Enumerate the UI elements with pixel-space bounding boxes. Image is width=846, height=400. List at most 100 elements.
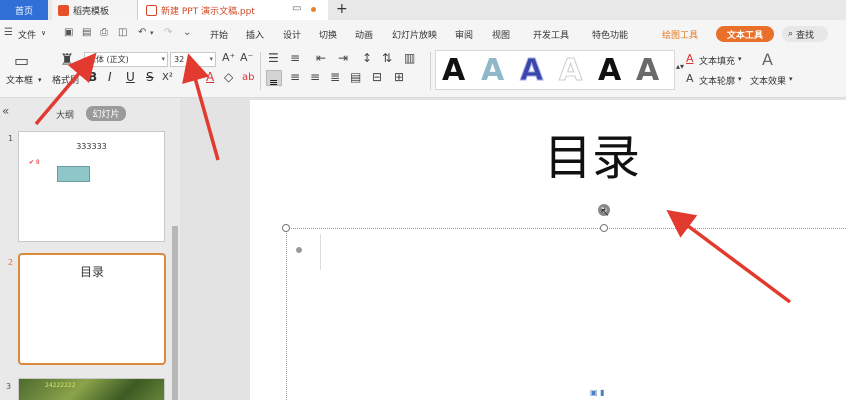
undo-icon[interactable]: ↶ [138,27,146,38]
hamburger-icon[interactable]: ☰ [4,27,13,38]
text-fill-icon[interactable]: A [686,52,694,65]
wordart-style-6[interactable]: A [636,54,659,88]
columns-icon[interactable]: ▥ [404,51,415,65]
redo-icon[interactable]: ↷ [164,27,172,38]
ppt-file-icon [146,4,157,16]
text-effect-icon[interactable]: A [762,50,773,69]
textbox-dropdown-icon[interactable]: ▾ [38,76,42,84]
menu-developer[interactable]: 开发工具 [533,28,569,41]
text-fill-dropdown-icon[interactable]: ▾ [738,55,742,63]
numbering-icon[interactable]: ≡ [290,51,300,65]
wordart-style-2[interactable]: A [481,54,504,88]
tab-template[interactable]: 稻壳模板 [52,0,138,20]
bold-button[interactable]: B [88,70,97,84]
align-left-button[interactable]: ≡ [266,70,282,89]
superscript-button[interactable]: X² [162,72,173,83]
justify-icon[interactable]: ≣ [330,70,340,84]
textbox-label[interactable]: 文本框 [6,73,33,86]
align-right-icon[interactable]: ≡ [310,70,320,84]
subscript-button[interactable]: X₂ [186,72,197,83]
print-preview-icon[interactable]: ▤ [82,27,91,38]
wordart-style-3[interactable]: A [519,53,543,88]
align-center-icon[interactable]: ≡ [290,70,300,84]
wordart-style-gallery[interactable]: A A A A A A [435,50,675,90]
thumbnail-title: 目录 [79,265,104,279]
menu-file[interactable]: 文件 [18,28,36,41]
text-outline-label[interactable]: 文本轮廓 [699,74,735,87]
wordart-style-4[interactable]: A [558,53,582,88]
strikethrough-button[interactable]: S [146,70,154,84]
menu-start[interactable]: 开始 [210,28,228,41]
file-chevron-icon[interactable]: ∨ [41,29,46,37]
collapse-panel-icon[interactable]: « [2,104,9,118]
menu-review[interactable]: 审阅 [455,28,473,41]
highlight-icon[interactable]: ab [242,72,254,83]
undo-dropdown-icon[interactable]: ▾ [150,29,154,37]
menu-animation[interactable]: 动画 [355,28,373,41]
thumbnail-shape [57,166,90,182]
menu-insert[interactable]: 插入 [246,28,264,41]
resize-handle[interactable] [600,224,608,232]
font-size-select[interactable]: 32 ▾ [170,52,216,67]
wordart-style-5[interactable]: A [598,54,621,88]
text-outline-icon[interactable]: A [686,72,694,85]
slides-view-tab[interactable]: 幻灯片 [86,106,126,121]
resize-handle[interactable] [282,224,290,232]
search-icon: ⌕ [788,29,794,39]
panel-scrollbar[interactable] [172,226,178,400]
decrease-font-icon[interactable]: A⁻ [240,51,253,64]
print-icon[interactable]: ⎙ [100,27,108,38]
format-brush-icon[interactable]: ♜ [60,50,74,69]
font-color-icon[interactable]: A [206,70,214,84]
italic-button[interactable]: I [108,70,112,84]
text-fill-label[interactable]: 文本填充 [699,54,735,67]
distribute-icon[interactable]: ▤ [350,70,361,84]
menu-slideshow[interactable]: 幻灯片放映 [392,28,437,41]
ribbon-divider [430,52,431,90]
slide-thumbnail-3[interactable]: 24222222 [18,378,165,400]
wordart-style-1[interactable]: A [442,54,465,88]
slide-thumbnail-2[interactable]: 目录 [18,253,166,365]
increase-font-icon[interactable]: A⁺ [222,51,235,64]
menu-draw-tools[interactable]: 绘图工具 [662,28,698,41]
menu-design[interactable]: 设计 [283,28,301,41]
insert-media-icon[interactable]: ▣ ▮ [590,388,605,397]
font-size-value: 32 [174,55,185,64]
slide-number: 2 [8,258,14,267]
monitor-icon[interactable]: ▭ [292,3,301,14]
bullet-icon [296,247,302,253]
line-spacing-icon[interactable]: ↕ [362,51,372,65]
increase-indent-icon[interactable]: ⇥ [338,51,348,65]
content-placeholder[interactable] [286,228,846,400]
slide-thumbnail-1[interactable]: 333333 ✔ 8 [18,131,165,242]
text-outline-dropdown-icon[interactable]: ▾ [738,75,742,83]
menu-text-tools[interactable]: 文本工具 [716,26,774,42]
slide[interactable]: 目录 ↻ ▣ ▮ [250,100,846,400]
bullets-icon[interactable]: ☰ [268,51,279,65]
slide-title[interactable]: 目录 [544,130,640,186]
text-direction-icon[interactable]: ⇅ [382,51,392,65]
text-effect-dropdown-icon[interactable]: ▾ [789,75,793,83]
textbox-icon[interactable]: ▭ [14,51,29,70]
smartart-icon[interactable]: ⊞ [394,70,404,84]
clear-format-icon[interactable]: ◇ [224,70,233,84]
tab-home[interactable]: 首页 [0,0,48,20]
vertical-align-icon[interactable]: ⊟ [372,70,382,84]
search-button[interactable]: ⌕ 查找 [782,26,828,42]
gallery-scroll-icon[interactable]: ▴▾ [676,62,684,71]
outline-view-tab[interactable]: 大纲 [56,108,74,121]
decrease-indent-icon[interactable]: ⇤ [316,51,326,65]
menu-view[interactable]: 视图 [492,28,510,41]
text-effect-label[interactable]: 文本效果 [750,74,786,87]
export-icon[interactable]: ◫ [118,27,127,38]
font-name-select[interactable]: 宋体 (正文) ▾ [84,52,168,67]
underline-button[interactable]: U [126,70,135,84]
slides-view-label: 幻灯片 [92,110,120,120]
new-tab-button[interactable]: + [336,1,348,17]
wordart-style-1-glyph: A [442,53,466,88]
save-icon[interactable]: ▣ [64,27,73,38]
customize-icon[interactable]: ⌄ [183,27,191,38]
format-brush-label[interactable]: 格式刷 [52,73,79,86]
menu-special[interactable]: 特色功能 [592,28,628,41]
menu-transition[interactable]: 切换 [319,28,337,41]
